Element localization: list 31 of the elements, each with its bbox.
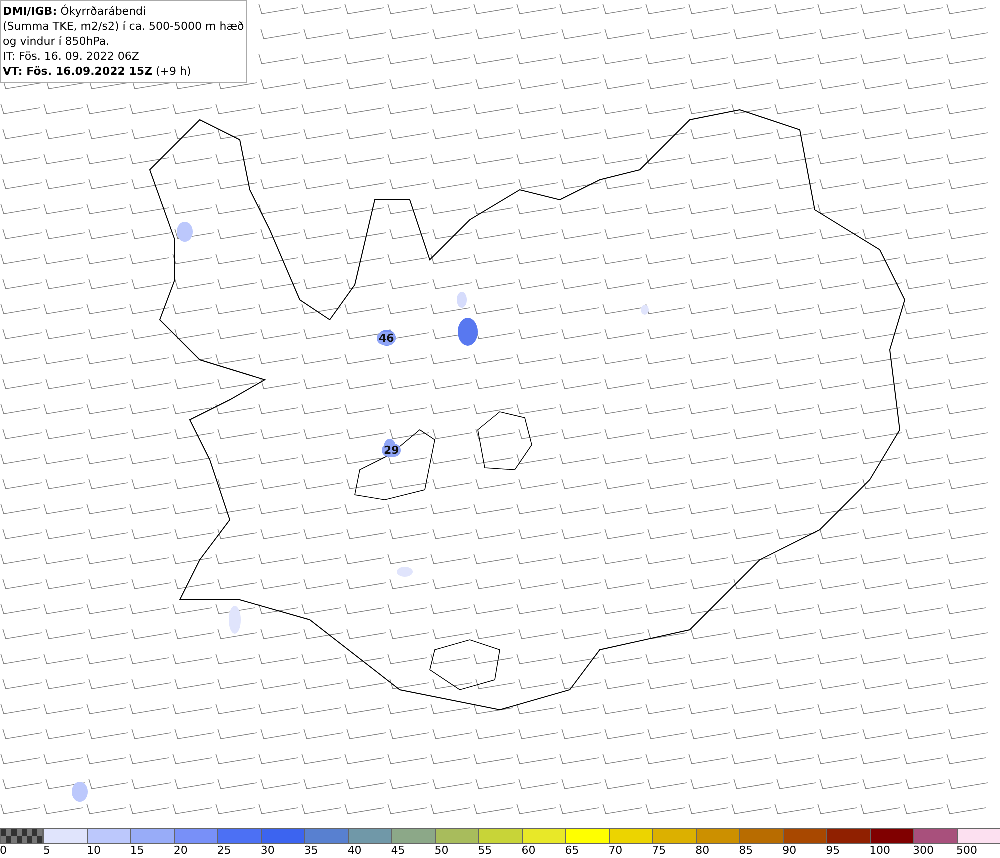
legend-line: IT: Fös. 16. 09. 2022 06Z: [3, 49, 140, 64]
legend-line: VT: Fös. 16.09.2022 15Z (+9 h): [3, 64, 192, 79]
scale-label: 10: [86, 844, 101, 857]
value-label: 46: [377, 332, 396, 345]
scale-label: 0: [0, 844, 7, 857]
scale-label: 80: [696, 844, 710, 857]
scale-label: 40: [348, 844, 362, 857]
scale-label: 45: [391, 844, 406, 857]
legend-line: og vindur í 850hPa.: [3, 34, 111, 49]
scale-label: 55: [478, 844, 492, 857]
scale-label: 35: [304, 844, 318, 857]
scale-label: 60: [522, 844, 536, 857]
scale-label: 70: [608, 844, 623, 857]
scale-label: 75: [652, 844, 666, 857]
value-label: 29: [382, 444, 402, 457]
checker-swatch: [0, 828, 44, 844]
scale-label: 95: [826, 844, 840, 857]
scale-label: 20: [174, 844, 188, 857]
scale-label: 100: [870, 844, 891, 857]
scale-label: 25: [217, 844, 232, 857]
scale-label: 500: [956, 844, 978, 857]
scale-label: 65: [565, 844, 580, 857]
scale-label: 90: [782, 844, 797, 857]
scale-label: 85: [739, 844, 754, 857]
legend-line: (Summa TKE, m2/s2) í ca. 500-5000 m hæð: [3, 19, 244, 34]
legend-line: DMI/IGB: Ókyrrðarábendi: [3, 4, 148, 19]
scale-label: 30: [260, 844, 275, 857]
scale-label: 15: [130, 844, 144, 857]
scale-label: 50: [434, 844, 449, 857]
scale-label: 300: [913, 844, 934, 857]
scale-label: 5: [43, 844, 50, 857]
